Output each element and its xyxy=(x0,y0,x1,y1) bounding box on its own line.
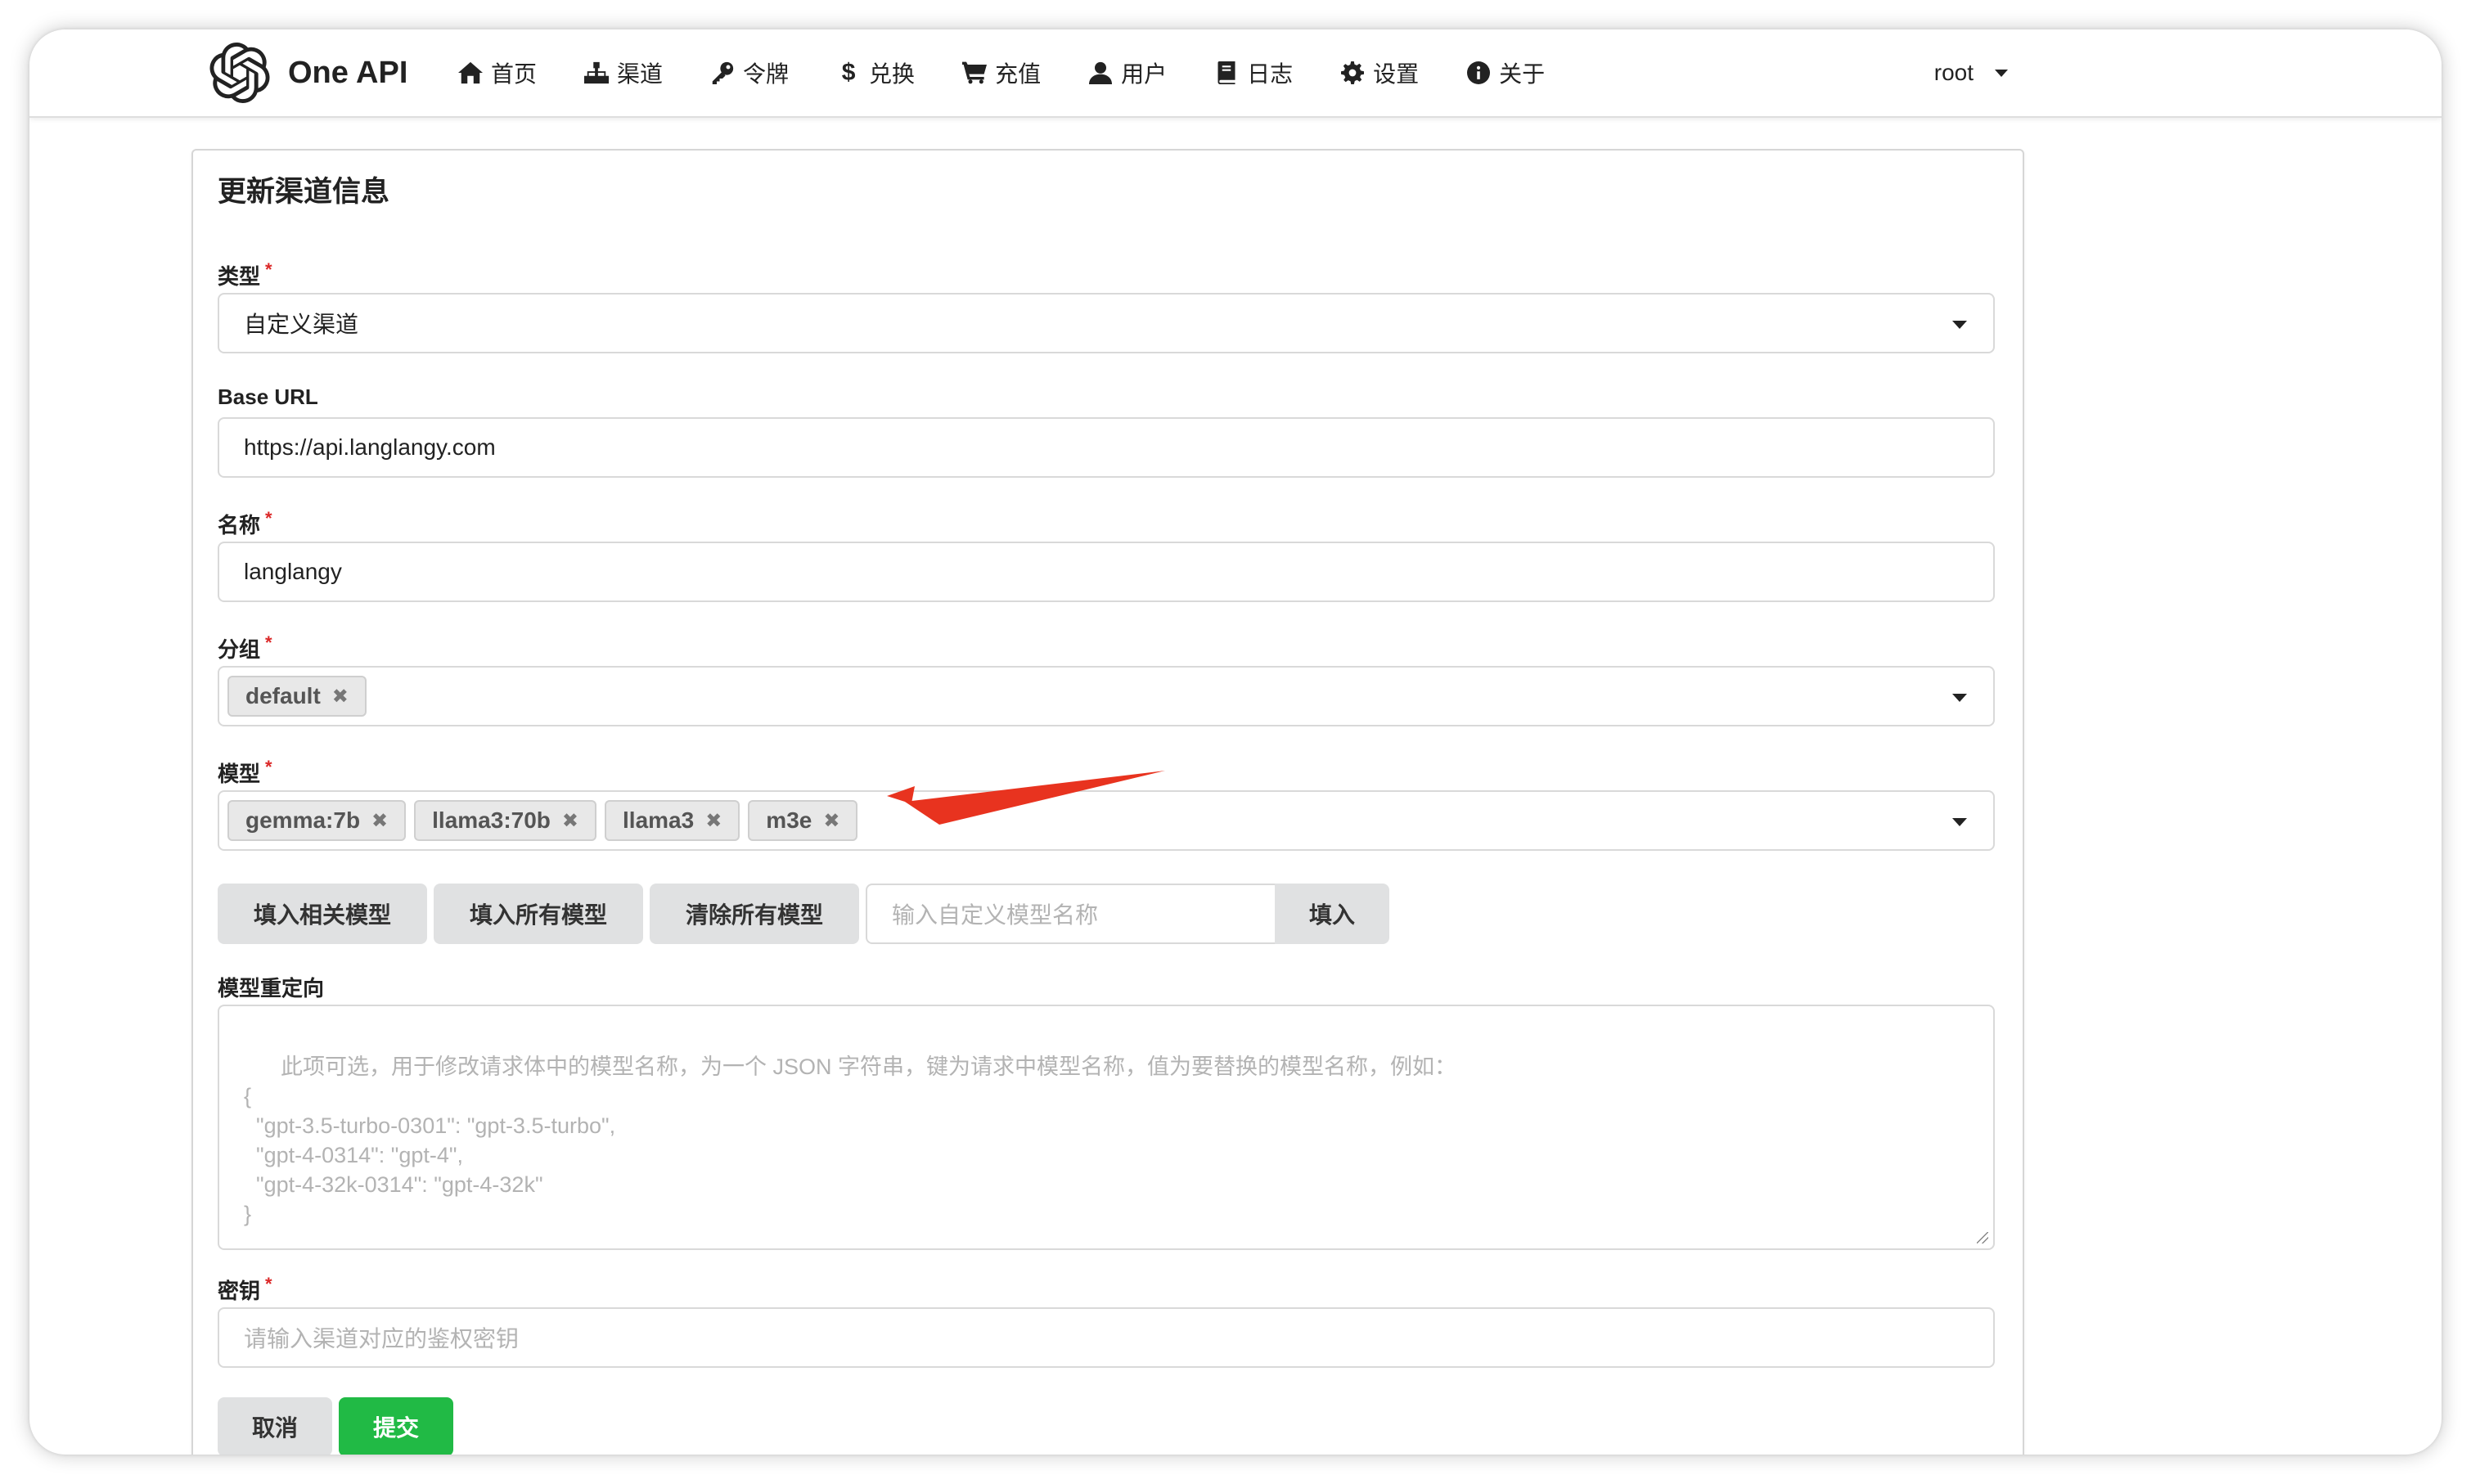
main-nav: 首页 渠道 令牌 $ 兑换 充值 用户 日志 设置 关于 xyxy=(458,52,1592,93)
type-select[interactable]: 自定义渠道 xyxy=(218,293,1995,353)
name-label-text: 名称 xyxy=(218,513,261,537)
openai-logo-icon xyxy=(209,43,270,103)
nav-item-redeem[interactable]: $ 兑换 xyxy=(836,52,915,93)
info-icon xyxy=(1466,61,1491,85)
key-icon xyxy=(710,61,735,85)
nav-item-label: 兑换 xyxy=(869,61,916,87)
key-label: 密钥 * xyxy=(218,1274,272,1305)
chip-label: llama3 xyxy=(623,807,695,833)
nav-item-label: 关于 xyxy=(1499,61,1546,87)
fill-related-models-button[interactable]: 填入相关模型 xyxy=(218,884,428,944)
model-mapping-textarea[interactable]: 此项可选，用于修改请求体中的模型名称，为一个 JSON 字符串，键为请求中模型名… xyxy=(218,1005,1995,1250)
model-chip: gemma:7b ✖ xyxy=(227,800,407,841)
base-url-input[interactable]: https://api.langlangy.com xyxy=(218,417,1995,478)
model-mapping-placeholder: 此项可选，用于修改请求体中的模型名称，为一个 JSON 字符串，键为请求中模型名… xyxy=(244,1055,1457,1226)
chip-label: gemma:7b xyxy=(245,807,361,833)
close-icon[interactable]: ✖ xyxy=(332,685,349,708)
type-value: 自定义渠道 xyxy=(244,312,359,337)
model-chip: m3e ✖ xyxy=(748,800,858,841)
key-input[interactable]: 请输入渠道对应的鉴权密钥 xyxy=(218,1307,1995,1368)
cancel-button[interactable]: 取消 xyxy=(218,1397,332,1455)
nav-item-settings[interactable]: 设置 xyxy=(1340,52,1419,93)
chevron-down-icon xyxy=(1995,69,2008,77)
name-value: langlangy xyxy=(244,559,342,584)
resize-handle-icon[interactable] xyxy=(1977,1232,1988,1243)
base-url-label: Base URL xyxy=(218,384,318,409)
gear-icon xyxy=(1340,61,1365,85)
required-mark: * xyxy=(265,757,272,777)
required-mark: * xyxy=(265,259,272,280)
model-mapping-label: 模型重定向 xyxy=(218,976,325,1001)
model-chips: gemma:7b ✖ llama3:70b ✖ llama3 ✖ m3e ✖ xyxy=(227,800,858,841)
models-label: 模型 * xyxy=(218,757,272,788)
key-label-text: 密钥 xyxy=(218,1279,261,1303)
form-actions: 取消 提交 xyxy=(218,1397,453,1455)
required-mark: * xyxy=(265,632,272,653)
group-chips: default ✖ xyxy=(227,676,367,717)
close-icon[interactable]: ✖ xyxy=(371,809,388,833)
name-label: 名称 * xyxy=(218,508,272,539)
book-icon xyxy=(1214,61,1239,85)
top-navbar: One API 首页 渠道 令牌 $ 兑换 充值 用户 日志 设置 关于 roo… xyxy=(29,29,2442,118)
name-input[interactable]: langlangy xyxy=(218,542,1995,602)
edit-channel-card: 更新渠道信息 类型 * 自定义渠道 Base URL https://api.la… xyxy=(191,149,2024,1455)
model-button-row: 填入相关模型 填入所有模型 清除所有模型 输入自定义模型名称 填入 xyxy=(218,884,1396,944)
chip-label: llama3:70b xyxy=(432,807,551,833)
chevron-down-icon xyxy=(1952,321,1967,329)
group-select[interactable]: default ✖ xyxy=(218,666,1995,726)
nav-item-label: 首页 xyxy=(491,61,538,87)
nav-item-label: 渠道 xyxy=(617,61,664,87)
nav-item-logs[interactable]: 日志 xyxy=(1214,52,1293,93)
group-chip: default ✖ xyxy=(227,676,367,717)
group-label-text: 分组 xyxy=(218,637,261,662)
nav-item-channels[interactable]: 渠道 xyxy=(584,52,663,93)
nav-item-about[interactable]: 关于 xyxy=(1466,52,1545,93)
app-name: One API xyxy=(288,55,408,90)
nav-item-label: 日志 xyxy=(1247,61,1294,87)
clear-all-models-button[interactable]: 清除所有模型 xyxy=(650,884,860,944)
username: root xyxy=(1933,60,1974,85)
user-icon xyxy=(1088,61,1113,85)
models-label-text: 模型 xyxy=(218,762,261,786)
cart-icon xyxy=(962,61,988,85)
fill-custom-model-button[interactable]: 填入 xyxy=(1275,884,1390,944)
nav-item-users[interactable]: 用户 xyxy=(1088,52,1167,93)
nav-item-label: 充值 xyxy=(995,61,1042,87)
models-select[interactable]: gemma:7b ✖ llama3:70b ✖ llama3 ✖ m3e ✖ xyxy=(218,790,1995,851)
chip-label: m3e xyxy=(766,807,812,833)
nav-item-home[interactable]: 首页 xyxy=(458,52,537,93)
nav-item-tokens[interactable]: 令牌 xyxy=(710,52,789,93)
close-icon[interactable]: ✖ xyxy=(823,809,839,833)
base-url-value: https://api.langlangy.com xyxy=(244,434,496,460)
type-label-text: 类型 xyxy=(218,264,261,289)
type-label: 类型 * xyxy=(218,259,272,290)
fill-all-models-button[interactable]: 填入所有模型 xyxy=(434,884,644,944)
submit-button[interactable]: 提交 xyxy=(339,1397,453,1455)
dollar-icon: $ xyxy=(841,59,856,86)
nav-item-topup[interactable]: 充值 xyxy=(962,52,1041,93)
chevron-down-icon xyxy=(1952,818,1967,826)
close-icon[interactable]: ✖ xyxy=(562,809,578,833)
custom-model-input[interactable]: 输入自定义模型名称 xyxy=(866,884,1276,944)
chip-label: default xyxy=(245,683,321,708)
page-title: 更新渠道信息 xyxy=(218,176,390,208)
browser-window: One API 首页 渠道 令牌 $ 兑换 充值 用户 日志 设置 关于 roo… xyxy=(29,29,2442,1455)
key-placeholder: 请输入渠道对应的鉴权密钥 xyxy=(244,1326,520,1351)
required-mark: * xyxy=(265,1274,272,1294)
model-chip: llama3 ✖ xyxy=(605,800,740,841)
brand[interactable]: One API xyxy=(209,43,407,103)
model-chip: llama3:70b ✖ xyxy=(414,800,597,841)
nav-item-label: 用户 xyxy=(1121,61,1168,87)
required-mark: * xyxy=(265,508,272,528)
user-menu[interactable]: root xyxy=(1934,52,2008,93)
group-label: 分组 * xyxy=(218,632,272,663)
custom-model-group: 输入自定义模型名称 填入 xyxy=(866,884,1396,944)
home-icon xyxy=(458,61,483,85)
sitemap-icon xyxy=(584,61,610,85)
nav-item-label: 令牌 xyxy=(743,61,790,87)
chevron-down-icon xyxy=(1952,694,1967,702)
close-icon[interactable]: ✖ xyxy=(705,809,722,833)
nav-item-label: 设置 xyxy=(1373,61,1420,87)
